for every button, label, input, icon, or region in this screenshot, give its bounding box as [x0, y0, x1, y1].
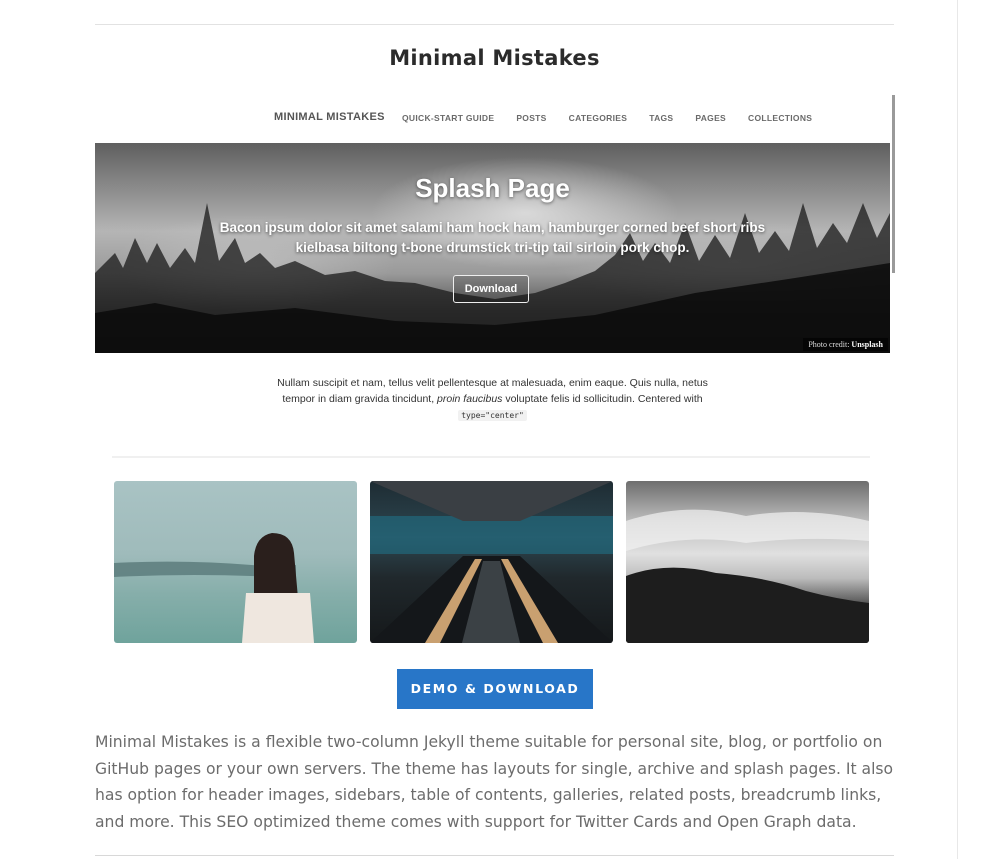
hero-subtitle: Bacon ipsum dolor sit amet salami ham ho… [219, 220, 766, 255]
theme-description: Minimal Mistakes is a flexible two-colum… [95, 733, 894, 831]
bottom-divider [95, 855, 894, 856]
top-divider [95, 24, 894, 25]
preview-nav-posts: POSTS [516, 113, 547, 123]
preview-masthead: MINIMAL MISTAKES QUICK-START GUIDE POSTS… [95, 95, 890, 143]
intro-code: type="center" [458, 410, 527, 421]
preview-nav-links: QUICK-START GUIDE POSTS CATEGORIES TAGS … [402, 113, 812, 123]
preview-nav-pages: PAGES [695, 113, 727, 123]
demo-download-button[interactable]: DEMO & DOWNLOAD [397, 669, 593, 709]
intro-text-after: voluptate felis id sollicitudin. Centere… [502, 393, 703, 405]
right-border [957, 0, 958, 859]
theme-screenshot[interactable]: MINIMAL MISTAKES QUICK-START GUIDE POSTS… [95, 95, 895, 647]
photo-credit-prefix: Photo credit: [808, 340, 852, 349]
feature-image-clouds [626, 481, 869, 643]
photo-credit: Photo credit: Unsplash [803, 338, 888, 351]
preview-brand: MINIMAL MISTAKES [274, 111, 385, 123]
intro-emphasis: proin faucibus [437, 393, 503, 405]
hero-download-button: Download [453, 275, 529, 303]
preview-nav-categories: CATEGORIES [568, 113, 628, 123]
preview-intro-text: Nullam suscipit et nam, tellus velit pel… [270, 375, 715, 424]
escalator-scene [370, 481, 613, 643]
theme-title: Minimal Mistakes [389, 46, 600, 70]
feature-image-blindfold [114, 481, 357, 643]
preview-scrollbar[interactable] [892, 95, 895, 273]
preview-hero-image: Splash Page Bacon ipsum dolor sit amet s… [95, 143, 890, 353]
hero-title: Splash Page [415, 173, 570, 203]
feature-image-escalator [370, 481, 613, 643]
preview-nav-tags: TAGS [649, 113, 674, 123]
photo-credit-source: Unsplash [851, 340, 883, 349]
preview-divider [112, 456, 870, 458]
clouds-scene [626, 509, 869, 643]
blindfold-figure [114, 533, 314, 643]
preview-nav-collections: COLLECTIONS [748, 113, 813, 123]
preview-nav-quick-start: QUICK-START GUIDE [402, 113, 495, 123]
